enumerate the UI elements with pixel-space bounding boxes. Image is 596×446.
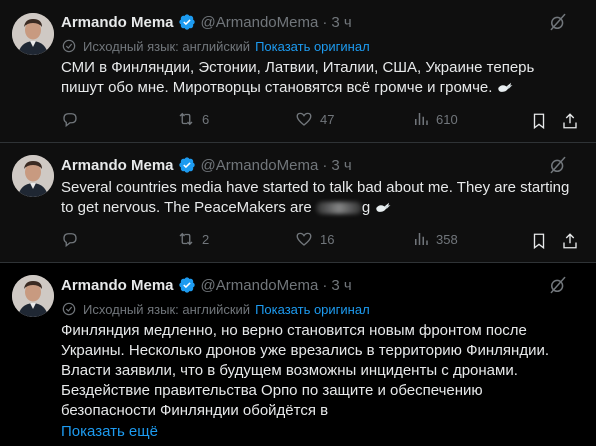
tweet[interactable]: Armando Mema @ArmandoMema · 3 ч Исходный… — [0, 263, 596, 446]
like-icon — [296, 112, 312, 126]
dove-icon — [376, 202, 391, 212]
bookmark-icon[interactable] — [530, 231, 548, 251]
grok-icon[interactable] — [548, 155, 568, 175]
verified-badge-icon — [178, 277, 195, 293]
timestamp[interactable]: 3 ч — [331, 14, 351, 31]
retweet-button[interactable]: 6 — [176, 110, 209, 128]
views-count: 358 — [436, 231, 458, 247]
retweet-button[interactable]: 2 — [176, 230, 209, 248]
tweet-text: Финляндия медленно, но верно становится … — [61, 322, 550, 419]
views-button[interactable]: 610 — [412, 110, 458, 128]
reply-button[interactable] — [61, 230, 85, 248]
author-name[interactable]: Armando Mema — [61, 277, 174, 294]
author-name[interactable]: Armando Mema — [61, 14, 174, 31]
avatar[interactable] — [12, 13, 54, 55]
separator-dot: · — [322, 276, 328, 294]
reply-button[interactable] — [61, 110, 85, 128]
tweet-text-tail: g — [361, 199, 371, 216]
verified-badge-icon — [178, 157, 195, 173]
views-icon — [415, 113, 428, 125]
reply-icon — [63, 233, 77, 248]
author-handle[interactable]: @ArmandoMema — [201, 14, 319, 31]
like-button[interactable]: 16 — [294, 230, 334, 248]
show-original-link[interactable]: Показать оригинал — [255, 39, 370, 54]
tweet[interactable]: Armando Mema @ArmandoMema · 3 ч Several … — [0, 143, 596, 263]
verified-badge-icon — [178, 14, 195, 30]
separator-dot: · — [322, 13, 328, 31]
translated-label: Исходный язык: английский — [83, 301, 251, 317]
views-icon — [415, 233, 428, 245]
bookmark-icon[interactable] — [530, 111, 548, 131]
grok-icon[interactable] — [548, 275, 568, 295]
timestamp[interactable]: 3 ч — [331, 277, 351, 294]
views-button[interactable]: 358 — [412, 230, 458, 248]
retweet-count: 6 — [202, 111, 210, 127]
timestamp[interactable]: 3 ч — [331, 157, 351, 174]
avatar[interactable] — [12, 275, 54, 317]
tweet-text: Several countries media have started to … — [61, 178, 580, 218]
like-icon — [296, 232, 312, 246]
reply-icon — [63, 113, 77, 128]
share-icon[interactable] — [561, 231, 579, 251]
like-button[interactable]: 47 — [294, 110, 334, 128]
translate-icon — [62, 39, 76, 53]
avatar[interactable] — [12, 155, 54, 197]
show-original-link[interactable]: Показать оригинал — [255, 302, 370, 317]
author-handle[interactable]: @ArmandoMema — [201, 277, 319, 294]
tweet-text-content: СМИ в Финляндии, Эстонии, Латвии, Италии… — [61, 59, 535, 96]
retweet-icon — [179, 232, 193, 246]
like-count: 47 — [320, 111, 335, 127]
translated-label: Исходный язык: английский — [83, 38, 251, 54]
tweet[interactable]: Armando Mema @ArmandoMema · 3 ч Исходный… — [0, 0, 596, 143]
translate-icon — [62, 302, 76, 316]
dove-icon — [498, 82, 513, 92]
retweet-count: 2 — [202, 231, 210, 247]
author-name[interactable]: Armando Mema — [61, 157, 174, 174]
tweet-text-content: Several countries media have started to … — [61, 179, 570, 216]
author-handle[interactable]: @ArmandoMema — [201, 157, 319, 174]
tweet-text: СМИ в Финляндии, Эстонии, Латвии, Италии… — [61, 58, 580, 98]
views-count: 610 — [436, 111, 458, 127]
like-count: 16 — [320, 231, 335, 247]
retweet-icon — [179, 112, 193, 126]
grok-icon[interactable] — [548, 12, 568, 32]
show-more-link[interactable]: Показать ещё — [61, 423, 158, 440]
separator-dot: · — [322, 156, 328, 174]
blurred-text — [315, 202, 362, 215]
share-icon[interactable] — [561, 111, 579, 131]
